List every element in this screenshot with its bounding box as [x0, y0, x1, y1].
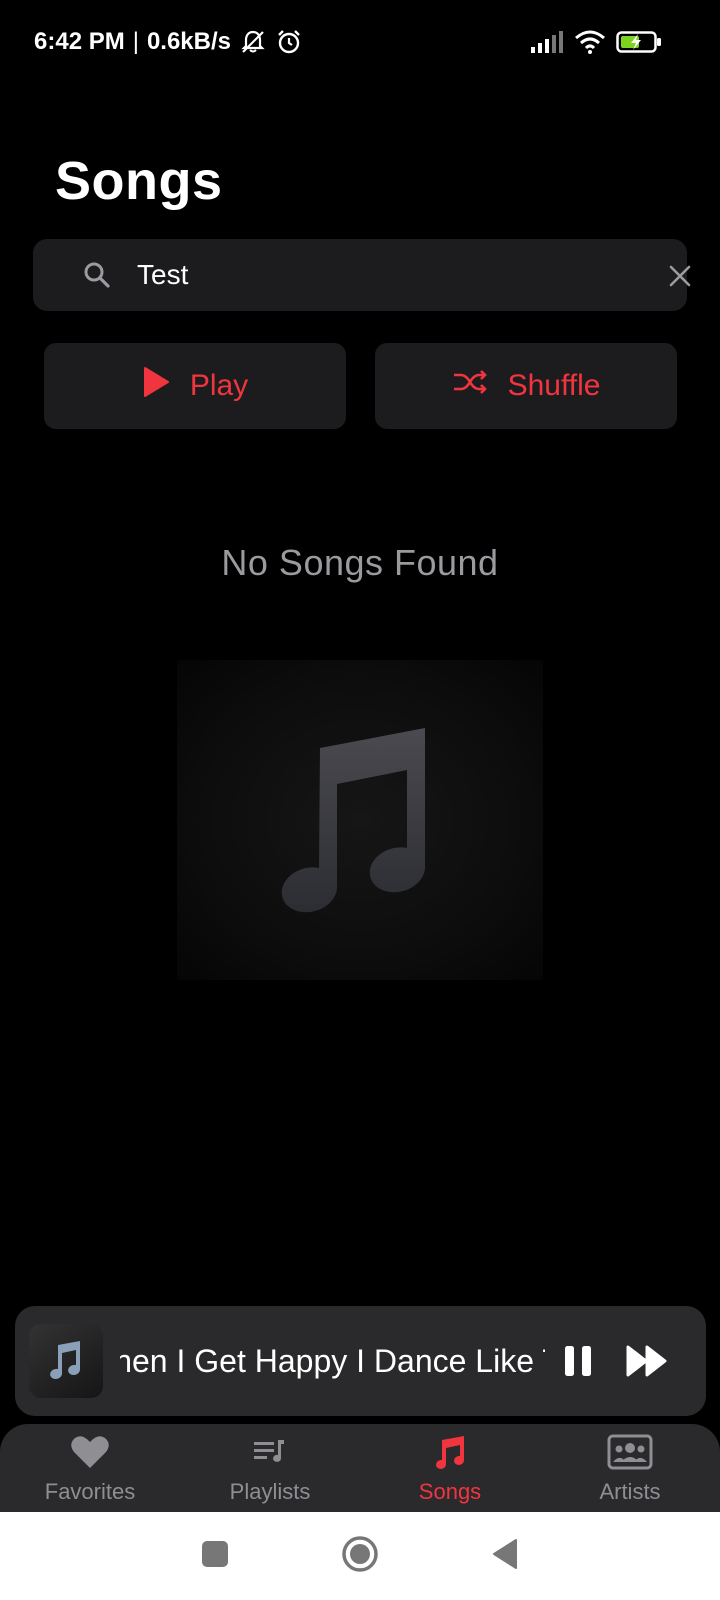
status-right [530, 30, 662, 54]
nav-label-artists: Artists [599, 1479, 661, 1504]
nav-label-songs: Songs [418, 1479, 482, 1504]
shuffle-button[interactable]: Shuffle [375, 343, 677, 429]
search-icon [83, 261, 111, 294]
wifi-icon [574, 30, 606, 54]
page-title: Songs [55, 151, 223, 211]
play-label: Play [189, 369, 249, 402]
nav-label-playlists: Playlists [229, 1479, 311, 1504]
signal-icon [530, 31, 564, 53]
empty-state-message: No Songs Found [221, 542, 499, 583]
play-button[interactable]: Play [44, 343, 346, 429]
nav-item-songs[interactable]: Songs [360, 1424, 540, 1512]
pause-icon[interactable] [563, 1344, 593, 1383]
nav-item-artists[interactable]: Artists [540, 1424, 720, 1512]
status-network-speed: 0.6kB/s [146, 28, 231, 55]
fast-forward-icon[interactable] [625, 1344, 669, 1383]
bottom-nav: Favorites Playlists Songs Artists [0, 1424, 720, 1512]
status-time: 6:42 PM [34, 28, 125, 55]
status-left: 6:42 PM | 0.6kB/s [34, 28, 303, 56]
status-bar: 6:42 PM | 0.6kB/s [0, 0, 720, 84]
home-icon[interactable] [341, 1535, 379, 1578]
mini-player-title: When I Get Happy I Dance Like This [120, 1343, 545, 1379]
shuffle-icon [452, 368, 488, 404]
heart-icon [70, 1434, 110, 1475]
search-input[interactable] [137, 253, 637, 297]
music-note-icon [430, 1434, 470, 1475]
mini-player-title-container: When I Get Happy I Dance Like This [120, 1336, 545, 1386]
nav-item-favorites[interactable]: Favorites [0, 1424, 180, 1512]
playlist-icon [250, 1434, 290, 1475]
battery-charging-icon [616, 30, 662, 54]
mini-player-artwork [29, 1324, 103, 1398]
notifications-off-icon [239, 28, 267, 56]
shuffle-label: Shuffle [507, 369, 601, 402]
nav-label-favorites: Favorites [44, 1479, 136, 1504]
empty-state-artwork [177, 660, 543, 980]
music-note-icon [48, 1339, 84, 1384]
clear-search-icon[interactable] [669, 265, 691, 292]
play-icon [142, 366, 170, 406]
artists-icon [607, 1434, 653, 1475]
recents-icon[interactable] [201, 1540, 229, 1573]
back-icon[interactable] [491, 1538, 519, 1575]
nav-item-playlists[interactable]: Playlists [180, 1424, 360, 1512]
alarm-icon [275, 28, 303, 56]
mini-player[interactable]: When I Get Happy I Dance Like This [15, 1306, 706, 1416]
music-note-icon [275, 718, 445, 923]
status-separator: | [132, 28, 139, 55]
search-bar[interactable] [33, 239, 691, 311]
system-nav-bar [0, 1512, 720, 1600]
